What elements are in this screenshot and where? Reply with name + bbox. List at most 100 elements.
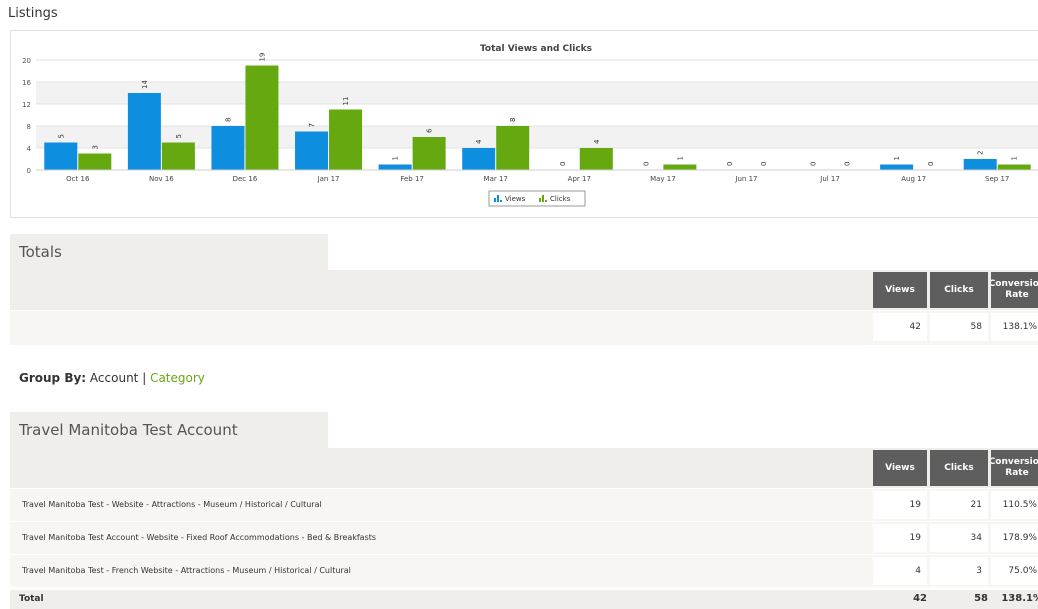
totals-data-row: 42 58 138.1%: [10, 311, 1038, 345]
x-tick-label: Nov 16: [149, 175, 174, 183]
bar-views: [462, 148, 496, 170]
data-label: 11: [342, 97, 350, 106]
table-row: Travel Manitoba Test Account - Website -…: [10, 522, 1038, 554]
group-by-label: Group By:: [19, 371, 87, 385]
totals-conversion-header-line2: Rate: [1005, 290, 1029, 300]
data-label: 6: [426, 128, 434, 133]
account-conversion-header-line1: Conversion: [991, 457, 1038, 467]
bar-clicks: [663, 164, 697, 170]
data-label: 0: [559, 162, 567, 166]
table-row: Travel Manitoba Test - Website - Attract…: [10, 489, 1038, 521]
data-label: 14: [141, 80, 149, 89]
totals-clicks-header[interactable]: Clicks: [930, 272, 988, 308]
bar-chart-icon: [500, 200, 502, 202]
bar-clicks: [245, 65, 279, 170]
table-row-label: Travel Manitoba Test Account - Website -…: [22, 533, 377, 542]
bar-chart-icon: [542, 195, 544, 202]
bar-chart-icon: [494, 198, 496, 202]
table-total-clicks: 58: [974, 593, 988, 604]
table-row-views: 19: [873, 524, 927, 552]
data-label: 3: [91, 145, 99, 149]
bar-chart-icon: [539, 198, 541, 202]
bar-clicks: [496, 126, 530, 170]
table-row-conversion: 75.0%: [991, 557, 1038, 585]
table-row-label: Travel Manitoba Test - French Website - …: [22, 566, 351, 575]
table-row-views: 19: [873, 491, 927, 519]
x-tick-label: Feb 17: [400, 175, 424, 183]
data-label: 2: [977, 151, 985, 155]
x-tick-label: Sep 17: [985, 175, 1009, 183]
data-label: 1: [392, 156, 400, 160]
table-row-conversion: 110.5%: [991, 491, 1038, 519]
group-by: Group By: Account | Category: [19, 371, 205, 385]
data-label: 0: [726, 162, 734, 166]
bar-views: [295, 131, 329, 170]
x-tick-label: Jan 17: [317, 175, 340, 183]
data-label: 0: [927, 162, 935, 166]
data-label: 1: [893, 156, 901, 160]
account-clicks-header[interactable]: Clicks: [930, 450, 988, 486]
totals-conversion-header[interactable]: Conversion Rate: [991, 272, 1038, 308]
views-clicks-chart: 0 4 8 12 16 20 Total Views and Clicks 5 3 Oct 16 1…: [10, 30, 1038, 218]
bar-clicks: [997, 164, 1031, 170]
totals-views-header[interactable]: Views: [873, 272, 927, 308]
bar-chart-icon: [497, 195, 499, 202]
totals-clicks-header-label: Clicks: [944, 284, 974, 295]
data-label: 1: [676, 156, 684, 160]
y-tick-label: 12: [22, 101, 31, 109]
data-label: 8: [224, 118, 232, 122]
account-title: Travel Manitoba Test Account: [10, 412, 328, 448]
table-total-conversion: 138.1%: [1001, 593, 1038, 604]
chart-legend: [488, 190, 586, 207]
table-row-clicks: 34: [930, 524, 988, 552]
legend-label: Clicks: [550, 195, 571, 203]
bar-views: [211, 126, 245, 170]
data-label: 5: [175, 134, 183, 138]
data-label: 0: [844, 162, 852, 166]
account-views-header[interactable]: Views: [873, 450, 927, 486]
data-label: 1: [1011, 156, 1019, 160]
chart-title: Total Views and Clicks: [480, 44, 592, 54]
y-tick-label: 0: [27, 167, 31, 175]
x-tick-label: Apr 17: [568, 175, 591, 183]
bar-views: [44, 142, 78, 170]
data-label: 7: [308, 123, 316, 127]
bar-clicks: [412, 137, 446, 170]
data-label: 19: [258, 53, 266, 62]
account-views-header-label: Views: [885, 462, 915, 473]
data-label: 0: [760, 162, 768, 166]
y-tick-label: 8: [27, 123, 31, 131]
data-label: 5: [57, 134, 65, 138]
x-tick-label: May 17: [650, 175, 676, 183]
bar-views: [880, 164, 914, 170]
group-by-account[interactable]: Account: [90, 371, 138, 385]
bar-views: [378, 164, 412, 170]
bar-views: [127, 93, 161, 170]
x-tick-label: Jun 17: [734, 175, 757, 183]
table-row-clicks: 3: [930, 557, 988, 585]
table-row-clicks: 21: [930, 491, 988, 519]
bar-clicks: [329, 109, 363, 170]
x-tick-label: Aug 17: [901, 175, 926, 183]
y-tick-label: 20: [22, 57, 31, 65]
data-label: 0: [810, 162, 818, 166]
bar-views: [963, 159, 997, 170]
grid-band: [36, 82, 1038, 104]
account-clicks-header-label: Clicks: [944, 462, 974, 473]
table-row-label: Travel Manitoba Test - Website - Attract…: [22, 500, 322, 509]
account-conversion-header[interactable]: Conversion Rate: [991, 450, 1038, 486]
x-tick-label: Oct 16: [66, 175, 90, 183]
account-conversion-header-line2: Rate: [1005, 468, 1029, 478]
table-row-views: 4: [873, 557, 927, 585]
chart-svg: 048121620Total Views and Clicks53Oct 161…: [22, 44, 1038, 207]
x-tick-label: Jul 17: [819, 175, 840, 183]
table-total-row: Total 42 58 138.1%: [10, 590, 1038, 609]
data-label: 4: [475, 139, 483, 144]
group-by-category-link[interactable]: Category: [150, 371, 205, 385]
totals-title: Totals: [10, 234, 328, 270]
data-label: 0: [642, 162, 650, 166]
table-row-conversion: 178.9%: [991, 524, 1038, 552]
y-tick-label: 4: [27, 145, 32, 153]
totals-views-value: 42: [873, 313, 927, 341]
legend-label: Views: [505, 195, 526, 203]
